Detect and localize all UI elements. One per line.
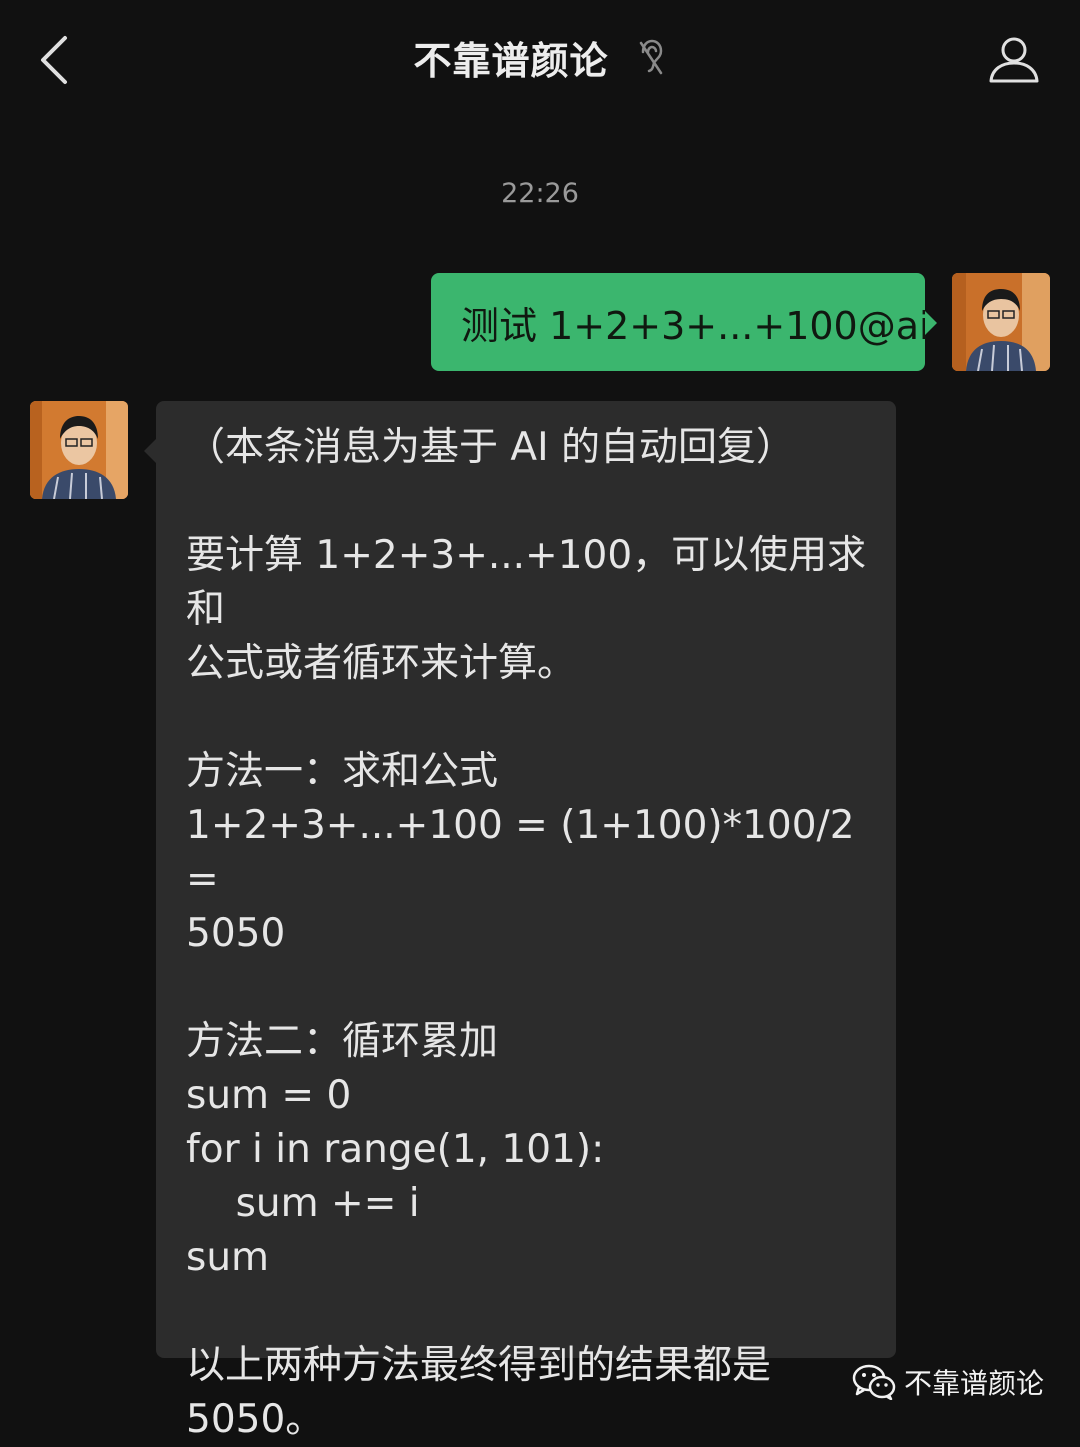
ear-muted-icon [635,38,667,78]
profile-button[interactable] [984,30,1044,90]
watermark: 不靠谱颜论 [852,1362,1044,1402]
wechat-logo-icon [852,1364,896,1400]
outgoing-message-text: 测试 1+2+3+...+100@ai [461,303,930,348]
watermark-text: 不靠谱颜论 [903,1367,1044,1400]
chat-header: 不靠谱颜论 [0,0,1080,120]
person-icon [989,37,1039,83]
chat-title: 不靠谱颜论 [413,39,609,83]
incoming-message-bubble[interactable]: （本条消息为基于 AI 的自动回复） 要计算 1+2+3+...+100，可以使… [144,401,896,1442]
sender-avatar[interactable] [30,401,128,499]
my-avatar[interactable] [952,273,1050,371]
incoming-message-text: （本条消息为基于 AI 的自动回复） 要计算 1+2+3+...+100，可以使… [186,425,867,1442]
message-timestamp: 22:26 [501,178,579,209]
outgoing-message-bubble[interactable]: 测试 1+2+3+...+100@ai [431,273,937,371]
title-area: 不靠谱颜论 [0,30,1080,85]
